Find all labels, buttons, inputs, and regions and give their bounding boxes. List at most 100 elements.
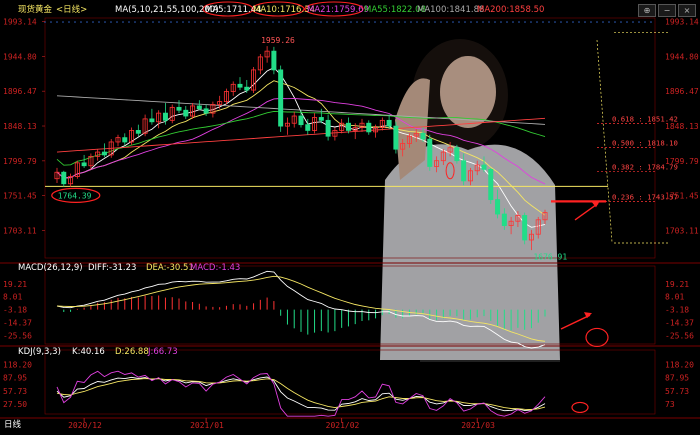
grid-dot <box>590 21 592 23</box>
candle-body <box>135 130 141 134</box>
panel-frame <box>44 265 656 345</box>
grid-dot <box>350 21 352 23</box>
recent-low-label: 1676.91 <box>533 252 567 261</box>
grid-dot <box>122 21 124 23</box>
grid-dot <box>440 21 442 23</box>
candle-body <box>81 162 87 167</box>
grid-dot <box>182 21 184 23</box>
candle-body <box>427 138 433 167</box>
candle-body <box>318 117 324 121</box>
header-ma100: MA100:1841.88 <box>417 5 484 15</box>
grid-dot <box>344 21 346 23</box>
grid-dot <box>572 21 574 23</box>
candle-body <box>345 122 351 131</box>
grid-dot <box>626 21 628 23</box>
candlestick-chart: 1993.14 1993.14 1944.80 1944.80 1896.47 1896.… <box>0 1 700 430</box>
kdj-axis-label-right: 118.20 <box>665 360 694 369</box>
grid-dot <box>212 21 214 23</box>
candle-body <box>237 83 243 88</box>
macd-axis-label-right: -14.37 <box>665 319 694 328</box>
grid-dot <box>104 21 106 23</box>
header-ma10: MA10:1716.34 <box>253 5 315 15</box>
grid-dot <box>536 21 538 23</box>
grid-dot <box>302 21 304 23</box>
high-price-label: 1959.26 <box>261 36 295 45</box>
grid-dot <box>374 21 376 23</box>
kdj-highlight <box>571 401 589 414</box>
date-label: 2021/01 <box>190 421 224 430</box>
grid-dot <box>320 21 322 23</box>
grid-dot <box>482 21 484 23</box>
grid-dot <box>128 21 130 23</box>
macd-axis-label-left: -14.37 <box>3 319 32 328</box>
grid-dot <box>566 21 568 23</box>
candle-body <box>454 147 460 162</box>
grid-dot <box>578 21 580 23</box>
price-axis-label-left: 1703.11 <box>3 227 37 236</box>
grid-dot <box>416 21 418 23</box>
grid-dot <box>224 21 226 23</box>
date-label: 2021/03 <box>461 421 495 430</box>
grid-dot <box>560 21 562 23</box>
grid-dot <box>98 21 100 23</box>
grid-dot <box>494 21 496 23</box>
candle-body <box>203 108 209 114</box>
macd-axis-label-left: -3.18 <box>3 306 27 315</box>
grid-dot <box>506 21 508 23</box>
candle-body <box>278 69 284 127</box>
fib-trend-line <box>596 39 613 243</box>
close-button[interactable]: × <box>678 4 696 17</box>
grid-dot <box>134 21 136 23</box>
grid-dot <box>392 21 394 23</box>
macd-axis-label-left: 19.21 <box>3 280 27 289</box>
grid-dot <box>404 21 406 23</box>
macd-axis-label-right: -3.18 <box>665 306 689 315</box>
grid-dot <box>524 21 526 23</box>
grid-dot <box>602 21 604 23</box>
price-axis-label-left: 1993.14 <box>3 18 37 27</box>
photo-skirt <box>420 360 560 362</box>
grid-dot <box>236 21 238 23</box>
candle-body <box>481 164 487 170</box>
kdj-k-label: K:40.16 <box>72 347 105 357</box>
grid-dot <box>158 21 160 23</box>
chart-stage: 1993.14 1993.14 1944.80 1944.80 1896.47 1896.… <box>0 0 700 431</box>
candle-body <box>325 119 331 137</box>
grid-dot <box>296 21 298 23</box>
grid-dot <box>596 21 598 23</box>
footer-period-tab[interactable]: 日线 <box>4 419 22 430</box>
grid-dot <box>194 21 196 23</box>
grid-dot <box>434 21 436 23</box>
candle-body <box>162 112 168 121</box>
candle-body <box>420 132 426 140</box>
grid-dot <box>530 21 532 23</box>
grid-dot <box>422 21 424 23</box>
header-period[interactable]: <日线> <box>56 4 87 15</box>
grid-dot <box>50 21 52 23</box>
header-ma200: MA200:1858.50 <box>477 5 544 15</box>
candle-body <box>101 151 107 156</box>
grid-dot <box>200 21 202 23</box>
zoom-out-button[interactable]: − <box>658 4 676 17</box>
macd-macd-label: MACD:-1.43 <box>190 263 240 273</box>
candle-body <box>461 160 467 182</box>
grid-dot <box>380 21 382 23</box>
price-axis-label-left: 1896.47 <box>3 87 37 96</box>
grid-dot <box>326 21 328 23</box>
zoom-in-button[interactable]: ⊕ <box>638 4 656 17</box>
grid-dot <box>644 21 646 23</box>
grid-dot <box>476 21 478 23</box>
header-ma21: MA21:1759.69 <box>307 5 369 15</box>
candle-body <box>386 119 392 127</box>
candle-body <box>298 115 304 126</box>
grid-dot <box>116 21 118 23</box>
grid-dot <box>464 21 466 23</box>
grid-dot <box>140 21 142 23</box>
grid-dot <box>314 21 316 23</box>
header-ma-params: MA(5,10,21,55,100,200) <box>115 5 219 15</box>
grid-dot <box>80 21 82 23</box>
price-axis-label-right: 1944.80 <box>665 52 699 61</box>
macd-axis-label-left: 8.01 <box>3 293 22 302</box>
grid-dot <box>356 21 358 23</box>
kdj-axis-label-left: 57.73 <box>3 387 27 396</box>
